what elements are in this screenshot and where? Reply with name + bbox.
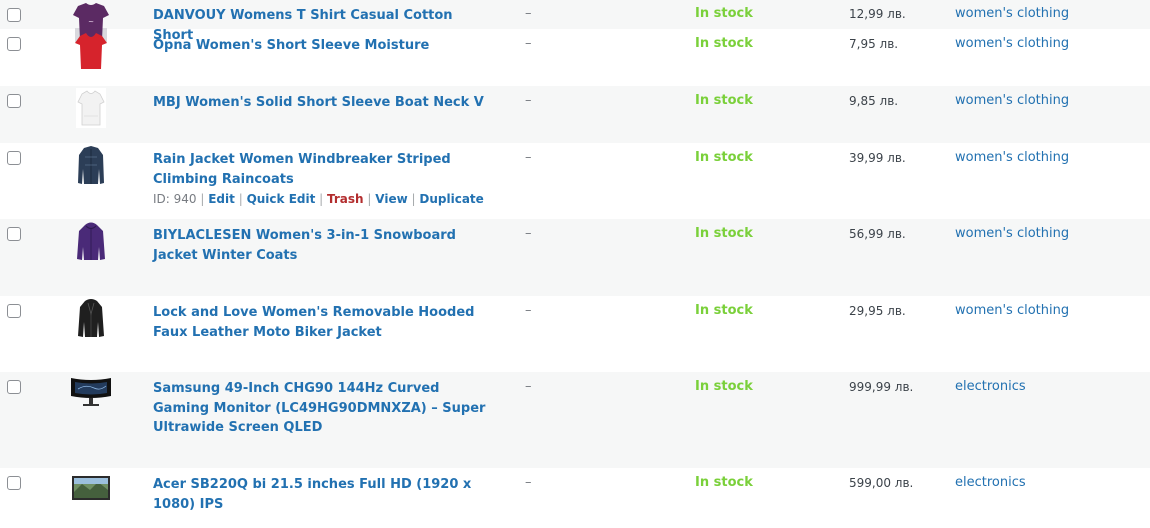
view-link[interactable]: View bbox=[375, 192, 407, 206]
red-tshirt-icon[interactable] bbox=[70, 31, 112, 71]
category-link[interactable]: electronics bbox=[955, 379, 1026, 394]
price-cell: 12,99 лв. bbox=[849, 7, 906, 21]
product-name-link[interactable]: MBJ Women's Solid Short Sleeve Boat Neck… bbox=[153, 95, 484, 110]
quick-edit-link[interactable]: Quick Edit bbox=[247, 192, 316, 206]
price-cell: 29,95 лв. bbox=[849, 304, 906, 318]
table-row: Samsung 49-Inch CHG90 144Hz Curved Gamin… bbox=[0, 372, 1150, 468]
edit-link[interactable]: Edit bbox=[208, 192, 235, 206]
product-name-cell: Rain Jacket Women Windbreaker Striped Cl… bbox=[153, 150, 493, 207]
separator: | bbox=[319, 192, 328, 206]
category-link[interactable]: women's clothing bbox=[955, 93, 1069, 108]
sku-cell: – bbox=[525, 303, 532, 318]
stock-status: In stock bbox=[695, 226, 753, 241]
price-cell: 7,95 лв. bbox=[849, 37, 899, 51]
row-checkbox[interactable] bbox=[7, 151, 21, 165]
product-name-link[interactable]: Lock and Love Women's Removable Hooded F… bbox=[153, 305, 474, 340]
price-cell: 599,00 лв. bbox=[849, 476, 914, 490]
table-row: MBJ Women's Solid Short Sleeve Boat Neck… bbox=[0, 86, 1150, 143]
category-link[interactable]: women's clothing bbox=[955, 6, 1069, 21]
products-table: ~ DANVOUY Womens T Shirt Casual Cotton S… bbox=[0, 0, 1150, 528]
product-name-cell: MBJ Women's Solid Short Sleeve Boat Neck… bbox=[153, 93, 493, 113]
sku-cell: – bbox=[525, 150, 532, 165]
navy-raincoat-icon[interactable] bbox=[70, 145, 112, 185]
product-name-link[interactable]: Rain Jacket Women Windbreaker Striped Cl… bbox=[153, 152, 451, 187]
stock-status: In stock bbox=[695, 150, 753, 165]
sku-cell: – bbox=[525, 226, 532, 241]
stock-status: In stock bbox=[695, 303, 753, 318]
stock-status: In stock bbox=[695, 6, 753, 21]
stock-status: In stock bbox=[695, 36, 753, 51]
table-row: Rain Jacket Women Windbreaker Striped Cl… bbox=[0, 143, 1150, 219]
row-checkbox[interactable] bbox=[7, 380, 21, 394]
price-cell: 999,99 лв. bbox=[849, 380, 914, 394]
product-id: ID: 940 bbox=[153, 192, 197, 206]
black-leather-jacket-icon[interactable] bbox=[70, 298, 112, 338]
sku-cell: – bbox=[525, 475, 532, 490]
product-name-cell: Opna Women's Short Sleeve Moisture bbox=[153, 36, 493, 56]
separator: | bbox=[238, 192, 247, 206]
price-cell: 9,85 лв. bbox=[849, 94, 899, 108]
svg-text:~: ~ bbox=[88, 18, 94, 26]
row-actions: ID: 940 | Edit | Quick Edit | Trash | Vi… bbox=[153, 191, 493, 207]
row-checkbox[interactable] bbox=[7, 476, 21, 490]
sku-cell: – bbox=[525, 36, 532, 51]
product-name-link[interactable]: BIYLACLESEN Women's 3-in-1 Snowboard Jac… bbox=[153, 228, 456, 263]
trash-link[interactable]: Trash bbox=[327, 192, 364, 206]
sku-cell: – bbox=[525, 6, 532, 21]
category-link[interactable]: electronics bbox=[955, 475, 1026, 490]
table-row: ~ DANVOUY Womens T Shirt Casual Cotton S… bbox=[0, 0, 1150, 43]
product-name-cell: Acer SB220Q bi 21.5 inches Full HD (1920… bbox=[153, 475, 493, 514]
product-name-cell: BIYLACLESEN Women's 3-in-1 Snowboard Jac… bbox=[153, 226, 493, 265]
price-cell: 56,99 лв. bbox=[849, 227, 906, 241]
category-link[interactable]: women's clothing bbox=[955, 303, 1069, 318]
ultrawide-monitor-icon[interactable] bbox=[70, 374, 112, 414]
row-checkbox[interactable] bbox=[7, 37, 21, 51]
sku-cell: – bbox=[525, 379, 532, 394]
table-row: Acer SB220Q bi 21.5 inches Full HD (1920… bbox=[0, 468, 1150, 528]
stock-status: In stock bbox=[695, 475, 753, 490]
stock-status: In stock bbox=[695, 93, 753, 108]
product-name-link[interactable]: Opna Women's Short Sleeve Moisture bbox=[153, 38, 429, 53]
table-row: BIYLACLESEN Women's 3-in-1 Snowboard Jac… bbox=[0, 219, 1150, 296]
table-row: Lock and Love Women's Removable Hooded F… bbox=[0, 296, 1150, 372]
duplicate-link[interactable]: Duplicate bbox=[419, 192, 483, 206]
category-link[interactable]: women's clothing bbox=[955, 36, 1069, 51]
product-name-link[interactable]: Acer SB220Q bi 21.5 inches Full HD (1920… bbox=[153, 477, 471, 512]
row-checkbox[interactable] bbox=[7, 304, 21, 318]
sku-cell: – bbox=[525, 93, 532, 108]
price-cell: 39,99 лв. bbox=[849, 151, 906, 165]
table-row: Opna Women's Short Sleeve Moisture – In … bbox=[0, 29, 1150, 86]
product-name-link[interactable]: Samsung 49-Inch CHG90 144Hz Curved Gamin… bbox=[153, 381, 485, 435]
product-name-cell: Samsung 49-Inch CHG90 144Hz Curved Gamin… bbox=[153, 379, 493, 438]
white-top-icon[interactable] bbox=[70, 88, 112, 128]
product-name-cell: Lock and Love Women's Removable Hooded F… bbox=[153, 303, 493, 342]
category-link[interactable]: women's clothing bbox=[955, 150, 1069, 165]
category-link[interactable]: women's clothing bbox=[955, 226, 1069, 241]
row-checkbox[interactable] bbox=[7, 227, 21, 241]
row-checkbox[interactable] bbox=[7, 8, 21, 22]
purple-jacket-icon[interactable] bbox=[70, 221, 112, 261]
monitor-icon[interactable] bbox=[70, 470, 112, 510]
stock-status: In stock bbox=[695, 379, 753, 394]
row-checkbox[interactable] bbox=[7, 94, 21, 108]
